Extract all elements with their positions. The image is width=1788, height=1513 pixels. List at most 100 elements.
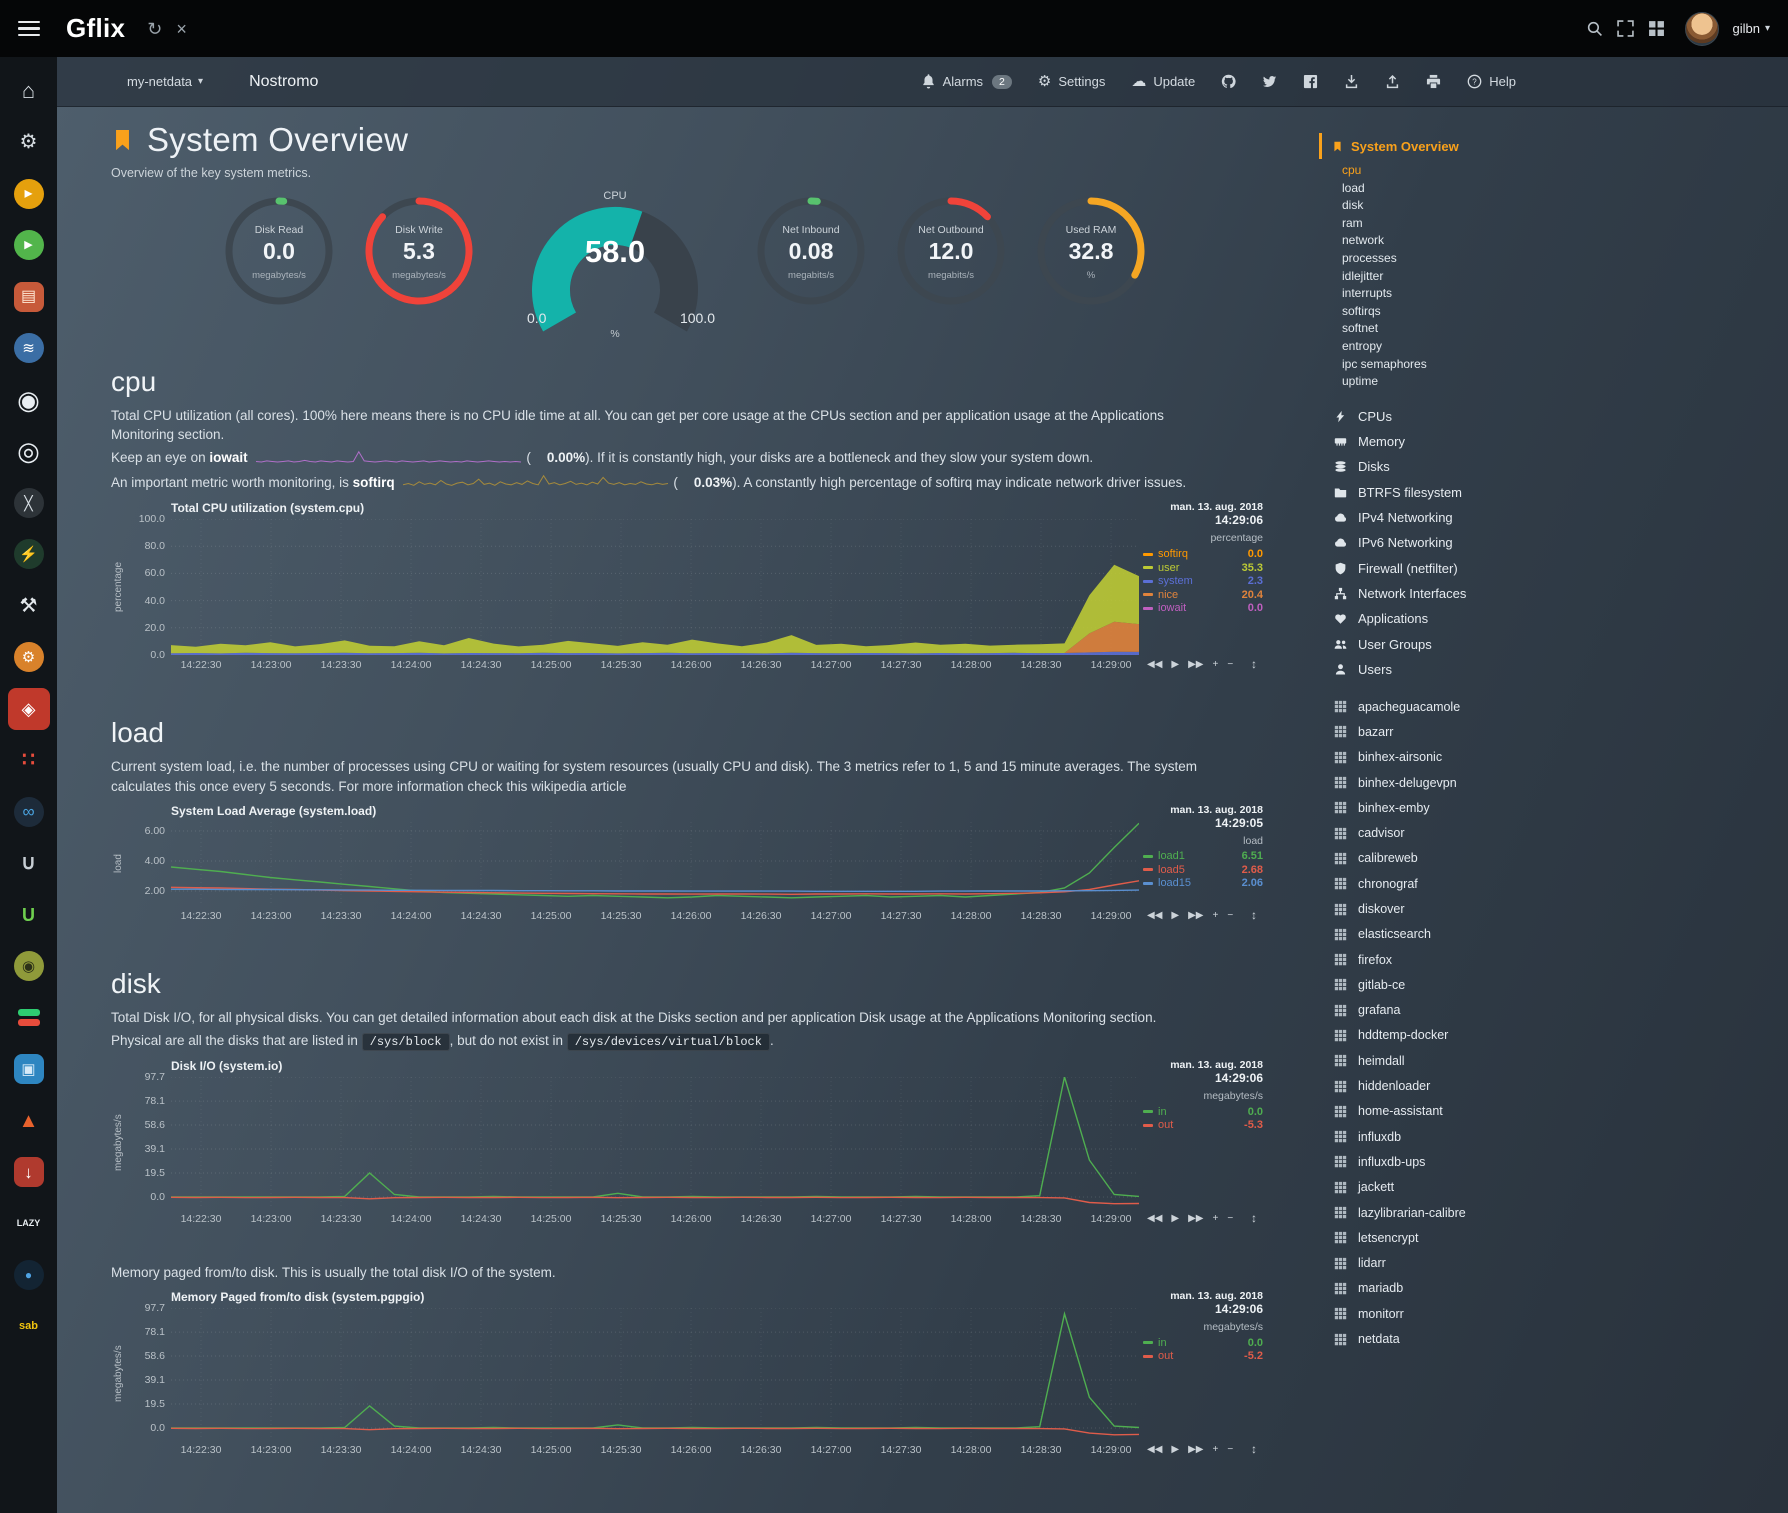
nav-app-heimdall[interactable]: heimdall xyxy=(1332,1048,1778,1073)
gauge-used-ram[interactable]: Used RAM32.8% xyxy=(1033,192,1149,318)
facebook-button[interactable] xyxy=(1303,74,1318,89)
sidebar-app-deluge[interactable]: ∞ xyxy=(0,786,57,838)
legend-softirq[interactable]: softirq0.0 xyxy=(1143,547,1263,561)
nav-app-influxdb[interactable]: influxdb xyxy=(1332,1124,1778,1149)
github-button[interactable] xyxy=(1221,74,1236,89)
sidebar-app-emby[interactable]: ▶ xyxy=(0,220,57,272)
sidebar-app-container[interactable]: ▤ xyxy=(0,271,57,323)
nav-sub-disk[interactable]: disk xyxy=(1342,198,1778,216)
nav-app-hiddenloader[interactable]: hiddenloader xyxy=(1332,1073,1778,1098)
search-icon[interactable] xyxy=(1586,20,1603,37)
nav-sub-uptime[interactable]: uptime xyxy=(1342,374,1778,392)
nav-app-monitorr[interactable]: monitorr xyxy=(1332,1301,1778,1326)
chart-resize-handle[interactable]: ↕ xyxy=(1251,1211,1257,1225)
sidebar-app-headphones[interactable]: ◉ xyxy=(0,941,57,993)
chart-forward-button[interactable]: ▶▶ xyxy=(1188,1213,1203,1224)
fullscreen-icon[interactable] xyxy=(1617,20,1634,37)
apps-grid-icon[interactable] xyxy=(1648,20,1665,37)
chart-rewind-button[interactable]: ◀◀ xyxy=(1147,910,1162,921)
nav-section-btrfs-filesystem[interactable]: BTRFS filesystem xyxy=(1332,480,1778,505)
chart-forward-button[interactable]: ▶▶ xyxy=(1188,1444,1203,1455)
chart-forward-button[interactable]: ▶▶ xyxy=(1188,910,1203,921)
legend-load5[interactable]: load52.68 xyxy=(1143,863,1263,877)
nav-app-binhex-delugevpn[interactable]: binhex-delugevpn xyxy=(1332,770,1778,795)
sidebar-app-jackett[interactable]: ╳ xyxy=(0,477,57,529)
gauge-net-inbound[interactable]: Net Inbound0.08megabits/s xyxy=(753,192,869,318)
sidebar-app-settings[interactable]: ⚙ xyxy=(0,117,57,169)
nav-section-ipv6-networking[interactable]: IPv6 Networking xyxy=(1332,530,1778,555)
chart-play-button[interactable]: ▶ xyxy=(1171,1444,1179,1455)
nav-app-apacheguacamole[interactable]: apacheguacamole xyxy=(1332,694,1778,719)
chart-resize-handle[interactable]: ↕ xyxy=(1251,908,1257,922)
gauge-disk-read[interactable]: Disk Read0.0megabytes/s xyxy=(221,192,337,318)
nav-section-firewall-netfilter[interactable]: Firewall (netfilter) xyxy=(1332,556,1778,581)
nav-app-home-assistant[interactable]: home-assistant xyxy=(1332,1099,1778,1124)
nav-app-calibreweb[interactable]: calibreweb xyxy=(1332,846,1778,871)
sidebar-app-home[interactable]: ⌂ xyxy=(0,65,57,117)
sidebar-app-ombi[interactable]: ⚡ xyxy=(0,529,57,581)
refresh-icon[interactable]: ↻ xyxy=(147,20,162,38)
nav-app-letsencrypt[interactable]: letsencrypt xyxy=(1332,1225,1778,1250)
legend-iowait[interactable]: iowait0.0 xyxy=(1143,601,1263,615)
nav-sub-processes[interactable]: processes xyxy=(1342,251,1778,269)
sidebar-app-organizr-pin[interactable]: ◈ xyxy=(0,683,57,735)
nav-sub-idlejitter[interactable]: idlejitter xyxy=(1342,269,1778,287)
export-button[interactable] xyxy=(1385,74,1400,89)
twitter-button[interactable] xyxy=(1262,74,1277,89)
nav-section-cpus[interactable]: CPUs xyxy=(1332,404,1778,429)
chart-zoom-out-button[interactable]: − xyxy=(1227,1213,1233,1224)
sidebar-app-unraid[interactable]: ∪ xyxy=(0,838,57,890)
sidebar-app-downloads[interactable]: ↓ xyxy=(0,1147,57,1199)
nav-section-network-interfaces[interactable]: Network Interfaces xyxy=(1332,581,1778,606)
sidebar-app-heimdall[interactable]: ▣ xyxy=(0,1044,57,1096)
legend-out[interactable]: out-5.2 xyxy=(1143,1350,1263,1364)
hamburger-menu-icon[interactable] xyxy=(18,21,40,37)
nav-app-influxdb-ups[interactable]: influxdb-ups xyxy=(1332,1149,1778,1174)
legend-in[interactable]: in0.0 xyxy=(1143,1336,1263,1350)
nav-section-memory[interactable]: Memory xyxy=(1332,429,1778,454)
chart-zoom-in-button[interactable]: + xyxy=(1212,910,1218,921)
legend-load1[interactable]: load16.51 xyxy=(1143,850,1263,864)
legend-system[interactable]: system2.3 xyxy=(1143,574,1263,588)
sidebar-app-sonarr[interactable]: ◉ xyxy=(0,374,57,426)
nav-app-chronograf[interactable]: chronograf xyxy=(1332,871,1778,896)
gauge-cpu[interactable]: CPU58.00.0100.0% xyxy=(509,192,721,342)
chart-zoom-out-button[interactable]: − xyxy=(1227,659,1233,670)
nav-app-mariadb[interactable]: mariadb xyxy=(1332,1276,1778,1301)
nav-system-overview[interactable]: System Overview xyxy=(1319,133,1778,159)
sidebar-app-duplicati[interactable]: ● xyxy=(0,1250,57,1302)
nav-app-grafana[interactable]: grafana xyxy=(1332,998,1778,1023)
chart-play-button[interactable]: ▶ xyxy=(1171,1213,1179,1224)
legend-nice[interactable]: nice20.4 xyxy=(1143,588,1263,602)
sidebar-app-lazylibrarian[interactable]: LAZY xyxy=(0,1198,57,1250)
sidebar-app-gitlab[interactable]: ▲ xyxy=(0,1095,57,1147)
chart-resize-handle[interactable]: ↕ xyxy=(1251,1442,1257,1456)
nav-section-applications[interactable]: Applications xyxy=(1332,606,1778,631)
sidebar-app-plex[interactable]: ▸ xyxy=(0,168,57,220)
print-button[interactable] xyxy=(1426,74,1441,89)
nav-app-bazarr[interactable]: bazarr xyxy=(1332,719,1778,744)
gauge-disk-write[interactable]: Disk Write5.3megabytes/s xyxy=(361,192,477,318)
chart-zoom-in-button[interactable]: + xyxy=(1212,1213,1218,1224)
import-button[interactable] xyxy=(1344,74,1359,89)
chart-canvas-pgpgio[interactable] xyxy=(171,1308,1139,1440)
nav-app-diskover[interactable]: diskover xyxy=(1332,896,1778,921)
nav-app-cadvisor[interactable]: cadvisor xyxy=(1332,820,1778,845)
sidebar-app-stack-bars[interactable] xyxy=(0,992,57,1044)
settings-button[interactable]: ⚙Settings xyxy=(1038,74,1105,89)
nav-app-hddtemp-docker[interactable]: hddtemp-docker xyxy=(1332,1023,1778,1048)
hostname[interactable]: Nostromo xyxy=(249,73,318,91)
nav-sub-softirqs[interactable]: softirqs xyxy=(1342,304,1778,322)
close-icon[interactable]: × xyxy=(176,20,187,38)
nav-section-disks[interactable]: Disks xyxy=(1332,454,1778,479)
legend-load15[interactable]: load152.06 xyxy=(1143,877,1263,891)
nav-sub-network[interactable]: network xyxy=(1342,233,1778,251)
nav-sub-interrupts[interactable]: interrupts xyxy=(1342,286,1778,304)
nav-sub-load[interactable]: load xyxy=(1342,181,1778,199)
nav-sub-ipc-semaphores[interactable]: ipc semaphores xyxy=(1342,357,1778,375)
nav-app-elasticsearch[interactable]: elasticsearch xyxy=(1332,922,1778,947)
legend-user[interactable]: user35.3 xyxy=(1143,561,1263,575)
chart-zoom-in-button[interactable]: + xyxy=(1212,659,1218,670)
nav-app-gitlab-ce[interactable]: gitlab-ce xyxy=(1332,972,1778,997)
chart-resize-handle[interactable]: ↕ xyxy=(1251,657,1257,671)
